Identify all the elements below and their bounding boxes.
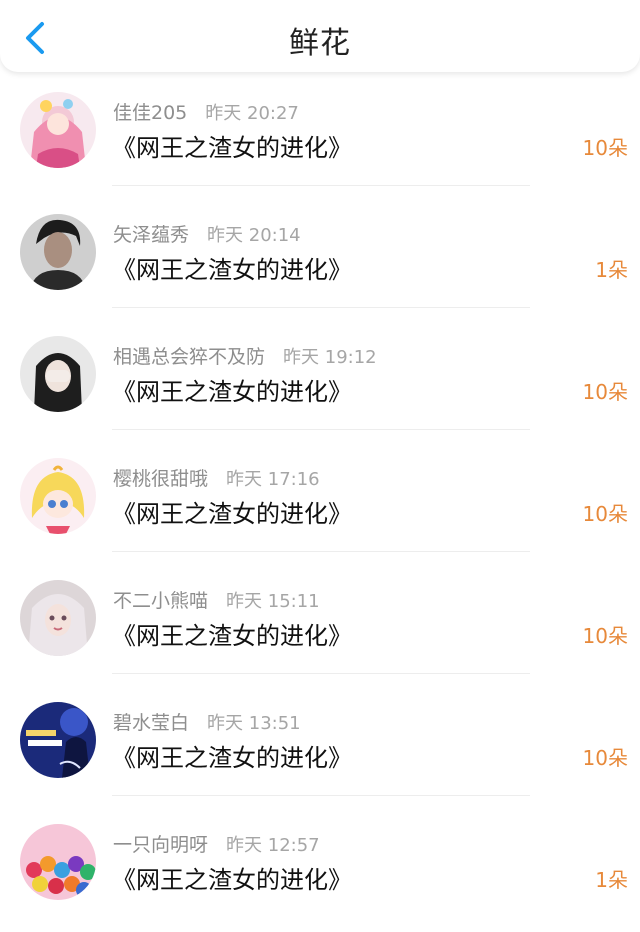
list-item[interactable]: 碧水莹白 昨天 13:51 《网王之渣女的进化》 10朵 [0,688,640,810]
send-time: 昨天 13:51 [207,713,301,734]
avatar[interactable] [20,458,96,534]
flower-count: 10朵 [582,746,628,770]
send-time: 昨天 20:27 [205,103,299,124]
sender-meta: 佳佳205 昨天 20:27 [113,98,299,125]
flower-count: 10朵 [582,136,628,160]
list-item[interactable]: 相遇总会猝不及防 昨天 19:12 《网王之渣女的进化》 10朵 [0,322,640,444]
divider [112,185,530,186]
avatar[interactable] [20,580,96,656]
avatar-image [20,458,96,534]
divider [112,673,530,674]
sender-name: 一只向明呀 [113,834,209,856]
list-item[interactable]: 一只向明呀 昨天 12:57 《网王之渣女的进化》 1朵 [0,810,640,932]
avatar[interactable] [20,92,96,168]
sender-meta: 相遇总会猝不及防 昨天 19:12 [113,342,377,369]
sender-name: 樱桃很甜哦 [113,468,209,490]
sender-name: 佳佳205 [113,102,188,124]
book-title: 《网王之渣女的进化》 [112,866,352,894]
send-time: 昨天 20:14 [207,225,301,246]
list-item[interactable]: 矢泽蕴秀 昨天 20:14 《网王之渣女的进化》 1朵 [0,200,640,322]
flower-count: 1朵 [595,258,628,282]
flower-count: 1朵 [595,868,628,892]
sender-meta: 不二小熊喵 昨天 15:11 [113,586,320,613]
top-nav-bar: 鲜花 [0,0,640,72]
send-time: 昨天 12:57 [226,835,320,856]
sender-meta: 碧水莹白 昨天 13:51 [113,708,301,735]
sender-name: 相遇总会猝不及防 [113,346,266,368]
sender-name: 矢泽蕴秀 [113,224,190,246]
send-time: 昨天 17:16 [226,469,320,490]
book-title: 《网王之渣女的进化》 [112,622,352,650]
sender-meta: 矢泽蕴秀 昨天 20:14 [113,220,301,247]
avatar-image [20,580,96,656]
flower-count: 10朵 [582,624,628,648]
flower-count: 10朵 [582,380,628,404]
avatar[interactable] [20,336,96,412]
divider [112,429,530,430]
avatar-image [20,824,96,900]
book-title: 《网王之渣女的进化》 [112,378,352,406]
page-title: 鲜花 [289,26,351,61]
book-title: 《网王之渣女的进化》 [112,500,352,528]
book-title: 《网王之渣女的进化》 [112,256,352,284]
avatar-image [20,92,96,168]
list-item[interactable]: 不二小熊喵 昨天 15:11 《网王之渣女的进化》 10朵 [0,566,640,688]
list-item[interactable]: 佳佳205 昨天 20:27 《网王之渣女的进化》 10朵 [0,78,640,200]
send-time: 昨天 15:11 [226,591,320,612]
sender-meta: 一只向明呀 昨天 12:57 [113,830,320,857]
avatar-image [20,214,96,290]
avatar[interactable] [20,214,96,290]
sender-name: 不二小熊喵 [113,590,209,612]
divider [112,551,530,552]
sender-name: 碧水莹白 [113,712,190,734]
divider [112,795,530,796]
sender-meta: 樱桃很甜哦 昨天 17:16 [113,464,320,491]
send-time: 昨天 19:12 [283,347,377,368]
avatar-image [20,336,96,412]
book-title: 《网王之渣女的进化》 [112,134,352,162]
divider [112,307,530,308]
flower-count: 10朵 [582,502,628,526]
list-item[interactable]: 樱桃很甜哦 昨天 17:16 《网王之渣女的进化》 10朵 [0,444,640,566]
avatar[interactable] [20,702,96,778]
avatar-image [20,702,96,778]
avatar[interactable] [20,824,96,900]
flower-record-list: 佳佳205 昨天 20:27 《网王之渣女的进化》 10朵 矢泽蕴秀 昨天 20:1… [0,78,640,932]
book-title: 《网王之渣女的进化》 [112,744,352,772]
